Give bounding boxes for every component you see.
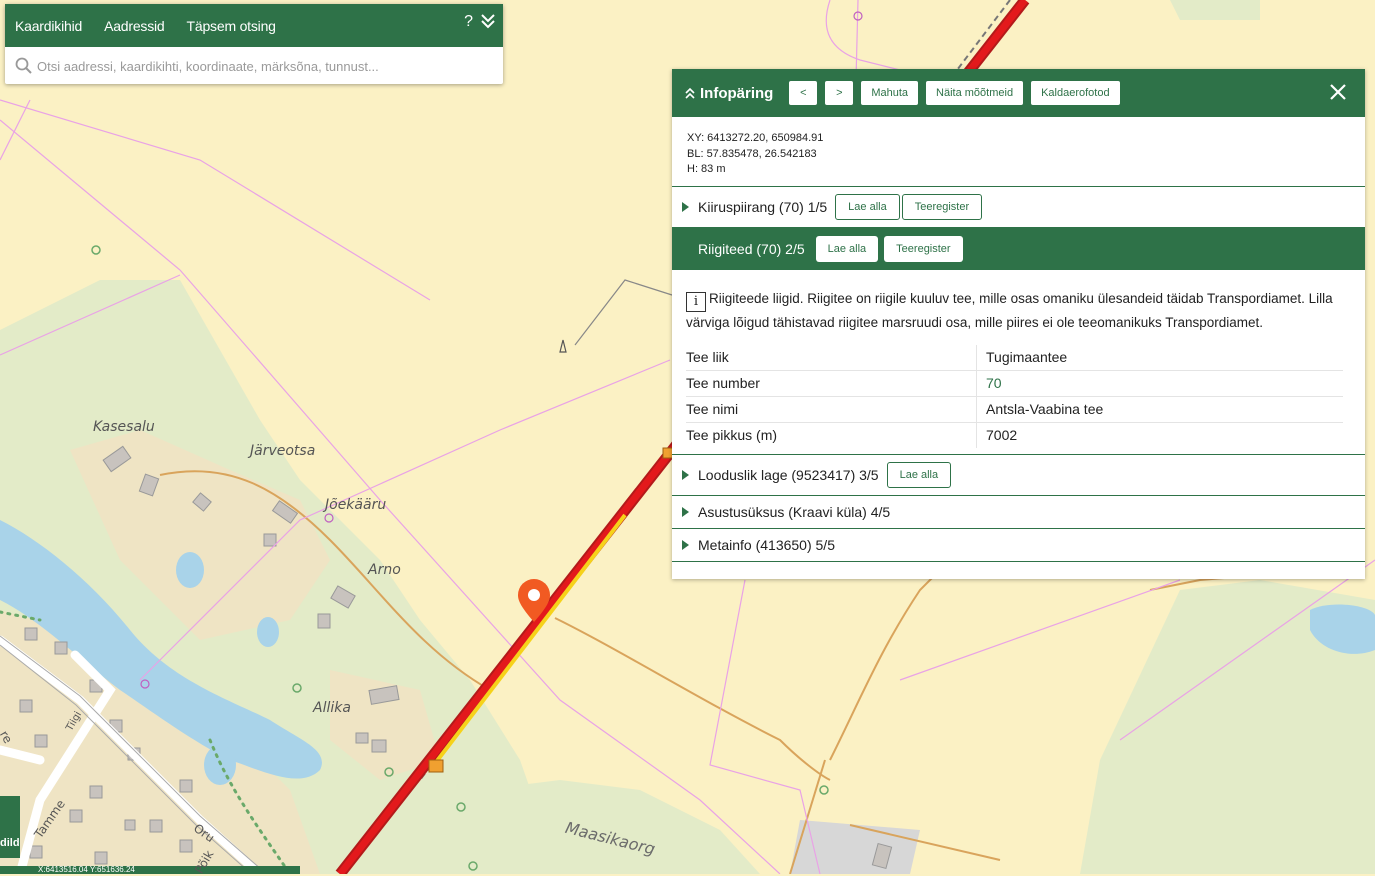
section-settlement[interactable]: Asustusüksus (Kraavi küla) 4/5 [672,496,1365,529]
expand-triangle-icon [682,469,689,480]
fit-button[interactable]: Mahuta [861,81,919,105]
section-title: Looduslik lage (9523417) 3/5 [698,466,879,483]
place-label: Arno [368,562,401,578]
search-input[interactable] [35,54,494,78]
coordinates-block: XY: 6413272.20, 650984.91 BL: 57.835478,… [672,117,1365,187]
bl-coordinates: BL: 57.835478, 26.542183 [687,147,817,160]
pond [176,552,204,588]
search-panel: Kaardikihid Aadressid Täpsem otsing ? [5,4,503,84]
help-icon[interactable]: ? [464,13,473,31]
tab-addresses[interactable]: Aadressid [104,18,165,34]
section-description: i Riigiteede liigid. Riigitee on riigile … [672,270,1365,343]
info-panel: Infopäring < > Mahuta Näita mõõtmeid Kal… [672,69,1365,579]
section-speed-limit[interactable]: Kiiruspiirang (70) 1/5 Lae alla Teeregis… [672,187,1365,228]
download-button[interactable]: Lae alla [886,461,952,488]
attr-key: Tee nimi [686,396,977,423]
attr-value: Antsla-Vaabina tee [976,396,1343,423]
attr-key: Tee liik [686,344,977,371]
forest-area [1170,0,1260,20]
info-title-text: Infopäring [700,84,774,102]
attr-key: Tee number [686,370,977,397]
search-icon [15,57,32,74]
section-title: Riigiteed (70) 2/5 [698,240,805,257]
search-tabs: Kaardikihid Aadressid Täpsem otsing ? [5,4,503,47]
close-icon[interactable] [1327,81,1349,103]
info-header: Infopäring < > Mahuta Näita mõõtmeid Kal… [672,69,1365,117]
attribute-table: Tee liik Tugimaantee Tee number 70 Tee nim… [686,344,1343,448]
oblique-photos-button[interactable]: Kaldaerofotod [1031,81,1120,105]
attr-key: Tee pikkus (m) [686,422,977,448]
show-measurements-button[interactable]: Näita mõõtmeid [926,81,1024,105]
download-button[interactable]: Lae alla [835,193,900,220]
pond [257,617,279,647]
place-label: Allika [313,700,351,716]
description-text: Riigiteede liigid. Riigitee on riigile k… [686,290,1333,330]
place-label: Järveotsa [250,443,316,459]
section-natural-clearing[interactable]: Looduslik lage (9523417) 3/5 Lae alla [672,453,1365,496]
prev-button[interactable]: < [789,81,818,105]
section-metainfo[interactable]: Metainfo (413650) 5/5 [672,529,1365,562]
place-label: Jõekääru [325,497,387,513]
expand-triangle-icon [682,506,689,517]
collapse-icon[interactable] [481,13,495,29]
height-value: H: 83 m [687,163,726,175]
attr-value: Tugimaantee [976,344,1343,371]
info-title[interactable]: Infopäring [684,85,773,102]
table-row: Tee pikkus (m) 7002 [686,422,1343,448]
section-title: Kiiruspiirang (70) 1/5 [698,198,828,215]
tab-map-layers[interactable]: Kaardikihid [15,18,82,34]
table-row: Tee nimi Antsla-Vaabina tee [686,396,1343,423]
expand-triangle-icon [682,201,689,212]
tab-advanced-search[interactable]: Täpsem otsing [187,18,276,34]
section-title: Metainfo (413650) 5/5 [698,536,835,553]
road-register-button[interactable]: Teeregister [884,235,963,262]
road-register-button[interactable]: Teeregister [901,193,983,220]
attr-value: 7002 [986,427,1018,443]
search-row [5,47,503,84]
coordinate-readout: X:6413516.04 Y:651636.24 [38,865,135,874]
next-button[interactable]: > [825,81,854,105]
xy-coordinates: XY: 6413272.20, 650984.91 [687,132,824,144]
place-label: Kasesalu [93,419,155,435]
download-button[interactable]: Lae alla [815,235,879,262]
info-icon: i [686,291,706,312]
table-row: Tee number 70 [686,370,1343,397]
layer-widget-label[interactable]: dild [0,837,20,849]
section-state-roads[interactable]: Riigiteed (70) 2/5 Lae alla Teeregister [672,227,1365,270]
road-number-link[interactable]: 70 [986,375,1002,391]
section-title: Asustusüksus (Kraavi küla) 4/5 [698,503,891,520]
expand-triangle-icon [682,539,689,550]
collapse-up-icon[interactable] [684,87,696,99]
table-row: Tee liik Tugimaantee [686,344,1343,371]
